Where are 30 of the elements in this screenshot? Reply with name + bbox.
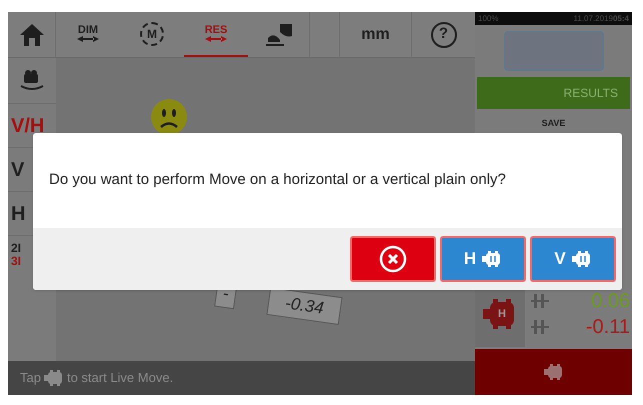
- move-button[interactable]: V: [530, 236, 616, 282]
- double-arrow-icon: [205, 36, 227, 42]
- date-text: 11.07.2019: [574, 12, 613, 24]
- result-value: -0.11: [586, 315, 630, 340]
- machine-icon: [572, 251, 592, 267]
- machine-icon: [44, 370, 64, 386]
- value-tag: -0.34: [266, 287, 342, 324]
- hint-text: Tap: [20, 369, 41, 388]
- machine-label: H: [498, 307, 506, 322]
- machine-icon: [482, 251, 502, 267]
- machine-icon: [544, 364, 564, 380]
- live-move-button[interactable]: [475, 349, 632, 395]
- close-icon: [379, 245, 407, 273]
- result-value: 0.06: [591, 289, 630, 314]
- double-arrow-icon: [77, 36, 99, 42]
- cancel-button[interactable]: [350, 236, 436, 282]
- move-button[interactable]: H: [440, 236, 526, 282]
- results-button[interactable]: RESULTS: [477, 77, 630, 109]
- units-button[interactable]: mm: [340, 12, 412, 57]
- toolbar-tab[interactable]: M: [120, 12, 184, 57]
- time-text: 05:4: [612, 12, 629, 24]
- save-label: SAVE: [542, 117, 566, 130]
- hint-text: to start Live Move.: [66, 369, 174, 388]
- help-button[interactable]: ?: [412, 12, 475, 57]
- toolbar-tab[interactable]: DIM: [56, 12, 120, 57]
- coupling-icon: [531, 294, 549, 308]
- battery-text: 100%: [478, 12, 498, 24]
- sad-face-icon: [150, 98, 188, 136]
- coupling-icon: [531, 320, 549, 334]
- machine-icon: [483, 299, 517, 329]
